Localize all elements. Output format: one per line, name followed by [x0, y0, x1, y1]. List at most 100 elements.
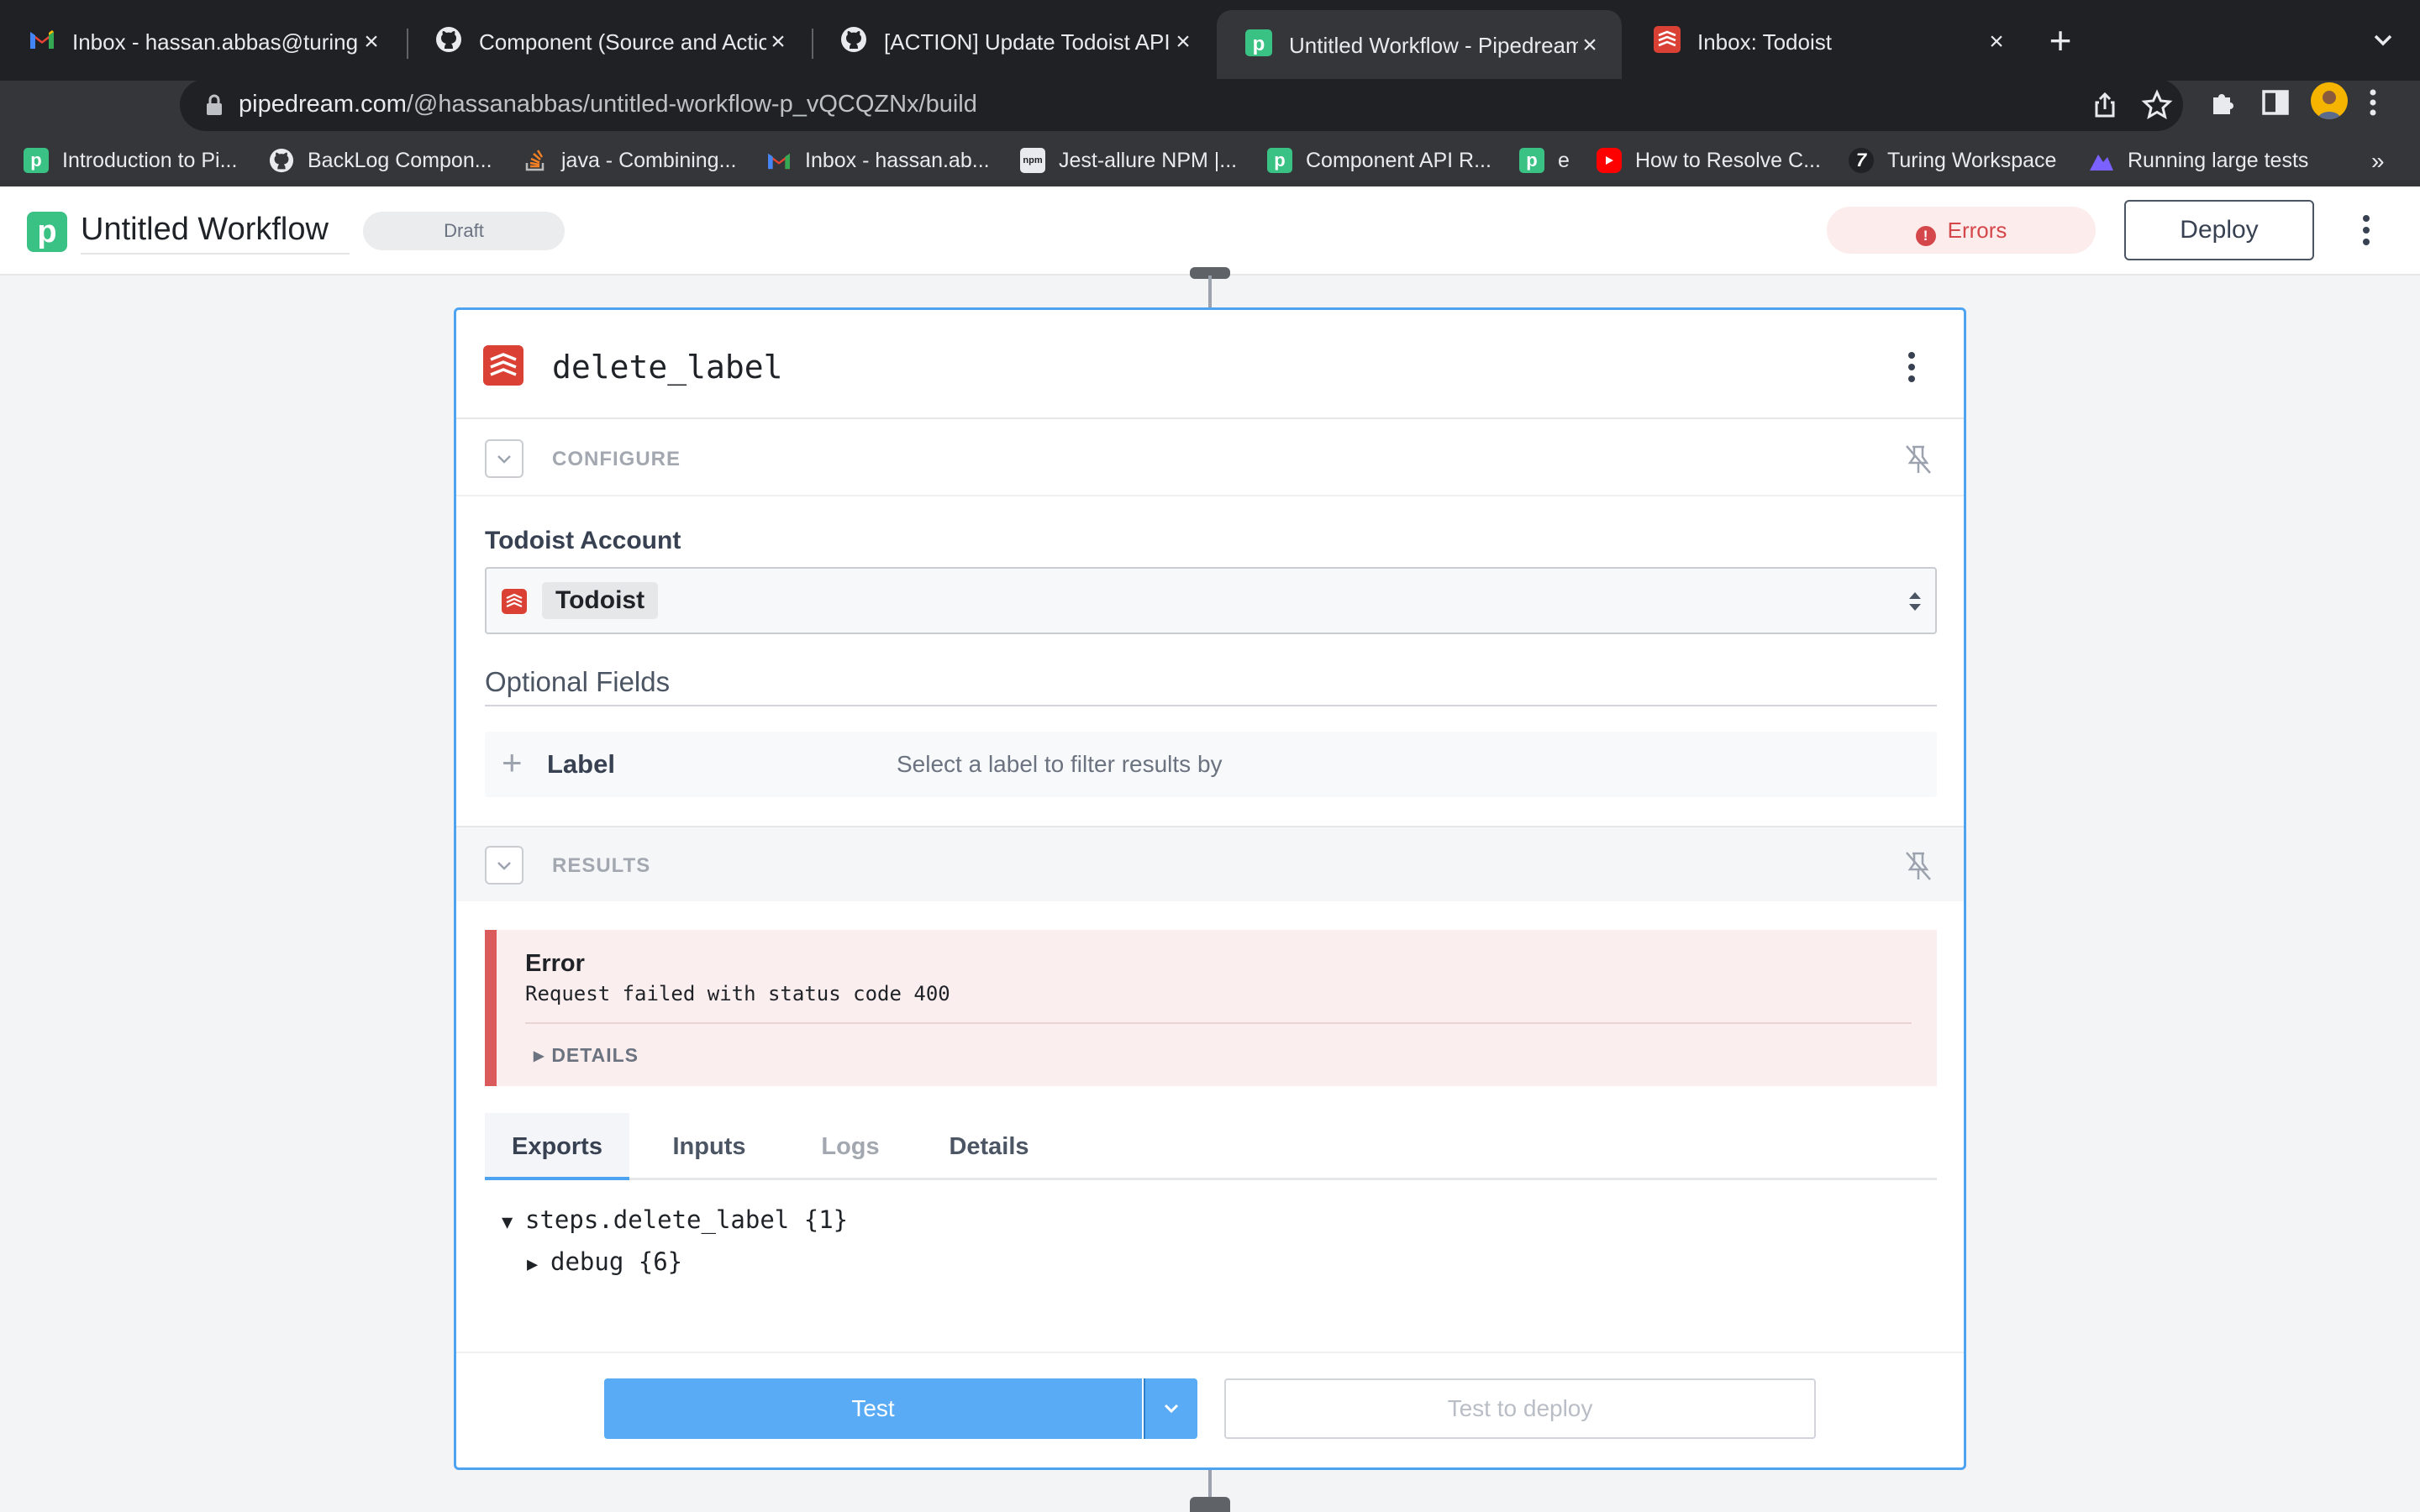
side-panel-icon[interactable] — [2257, 84, 2294, 121]
step-footer: Test Test to deploy — [456, 1352, 1964, 1469]
step-name[interactable]: delete_label — [552, 349, 783, 386]
close-tab-icon[interactable]: × — [766, 29, 790, 55]
browser-tab-github-component[interactable]: Component (Source and Actior × — [407, 10, 810, 74]
close-tab-icon[interactable]: × — [1171, 29, 1195, 55]
turing-icon: 7 — [1849, 148, 1874, 173]
tab-logs[interactable]: Logs — [787, 1113, 913, 1180]
error-details-toggle[interactable]: ▶ DETAILS — [534, 1044, 639, 1067]
bookmarks-bar: p Introduction to Pi... BackLog Compon..… — [0, 134, 2420, 186]
bookmark-label: Introduction to Pi... — [62, 148, 238, 172]
tree-node-steps[interactable]: ▼ steps.delete_label {1} — [502, 1199, 848, 1241]
browser-tab-todoist[interactable]: Inbox: Todoist × — [1625, 10, 2028, 74]
test-button[interactable]: Test — [604, 1378, 1142, 1439]
svg-text:p: p — [1253, 33, 1265, 55]
configure-label: CONFIGURE — [552, 448, 681, 470]
results-tabs: Exports Inputs Logs Details — [485, 1113, 1937, 1180]
bookmark-label: Jest-allure NPM |... — [1059, 148, 1238, 172]
test-to-deploy-button[interactable]: Test to deploy — [1224, 1378, 1816, 1439]
error-title: Error — [525, 950, 585, 977]
pipedream-icon: p — [24, 148, 49, 173]
tree-node-label: debug {6} — [550, 1247, 683, 1276]
youtube-icon — [1597, 148, 1622, 173]
bookmark-label: BackLog Compon... — [308, 148, 492, 172]
close-tab-icon[interactable]: × — [1578, 33, 1602, 58]
bookmark-label: Inbox - hassan.ab... — [805, 148, 990, 172]
tab-search-chevron-icon[interactable] — [2366, 24, 2400, 57]
error-message: Request failed with status code 400 — [525, 982, 950, 1005]
bookmark-item[interactable]: Inbox - hassan.ab... — [766, 144, 990, 176]
caret-down-icon: ▼ — [502, 1212, 513, 1233]
bookmark-item[interactable]: Running large tests — [2089, 144, 2308, 176]
bookmark-label: Running large tests — [2128, 148, 2309, 172]
browser-menu-kebab-icon[interactable] — [2365, 84, 2402, 121]
close-tab-icon[interactable]: × — [1985, 29, 2008, 55]
tree-node-debug[interactable]: ▶ debug {6} — [502, 1241, 848, 1283]
pipedream-logo[interactable]: p — [27, 212, 67, 252]
mountain-icon — [2089, 148, 2114, 173]
browser-tab-strip: Inbox - hassan.abbas@turing.c × Componen… — [0, 0, 2420, 81]
bookmark-item[interactable]: p Introduction to Pi... — [24, 144, 237, 176]
pipedream-icon: p — [1245, 29, 1272, 62]
status-badge: Draft — [363, 212, 565, 250]
bookmark-label: Turing Workspace — [1887, 148, 2057, 172]
gmail-icon — [29, 29, 55, 56]
share-icon[interactable] — [2089, 89, 2121, 121]
tab-title: Inbox - hassan.abbas@turing.c — [72, 29, 360, 55]
profile-avatar[interactable] — [2311, 82, 2348, 119]
todoist-account-select[interactable]: Todoist — [485, 567, 1937, 634]
caret-right-icon: ▶ — [534, 1049, 545, 1063]
gmail-icon — [766, 148, 792, 173]
new-tab-button[interactable]: + — [2042, 21, 2079, 60]
errors-button[interactable]: ! Errors — [1827, 207, 2096, 254]
bookmark-item[interactable]: 7 Turing Workspace — [1849, 144, 2056, 176]
more-bookmarks-button[interactable]: » — [2371, 148, 2385, 175]
connector-line — [1208, 1470, 1212, 1499]
github-icon — [269, 148, 294, 173]
deploy-button[interactable]: Deploy — [2124, 200, 2314, 260]
lock-icon[interactable] — [205, 93, 224, 121]
tab-details[interactable]: Details — [922, 1113, 1056, 1180]
workflow-menu-kebab-icon[interactable] — [2360, 212, 2373, 249]
address-bar[interactable]: pipedream.com/@hassanabbas/untitled-work… — [180, 79, 2183, 131]
tab-title: [ACTION] Update Todoist API f — [884, 29, 1171, 55]
workflow-title[interactable]: Untitled Workflow — [81, 212, 350, 255]
optional-field-label-row[interactable]: + Label Select a label to filter results… — [485, 732, 1937, 797]
npm-icon: npm — [1020, 148, 1045, 173]
bookmark-item[interactable]: BackLog Compon... — [269, 144, 492, 176]
extensions-puzzle-icon[interactable] — [2205, 84, 2242, 121]
collapse-configure-button[interactable] — [485, 439, 523, 478]
unpin-icon[interactable] — [1903, 443, 1933, 476]
bookmark-item[interactable]: How to Resolve C... — [1597, 144, 1821, 176]
bookmark-item[interactable]: npm Jest-allure NPM |... — [1020, 144, 1237, 176]
tab-exports[interactable]: Exports — [485, 1113, 629, 1180]
tab-title: Untitled Workflow - Pipedream — [1289, 32, 1578, 58]
results-label: RESULTS — [552, 854, 651, 877]
optional-field-description: Select a label to filter results by — [897, 751, 1223, 777]
chevron-down-icon — [497, 862, 511, 870]
bookmark-item[interactable]: p e — [1519, 144, 1570, 176]
browser-tab-gmail[interactable]: Inbox - hassan.abbas@turing.c × — [0, 10, 403, 74]
divider — [485, 705, 1937, 706]
error-alert-icon: ! — [1915, 226, 1936, 246]
results-section-header[interactable]: RESULTS — [456, 826, 1964, 901]
exports-tree: ▼ steps.delete_label {1} ▶ debug {6} — [502, 1199, 848, 1283]
bookmark-item[interactable]: p Component API R... — [1267, 144, 1491, 176]
collapse-results-button[interactable] — [485, 846, 523, 885]
plus-icon[interactable]: + — [502, 745, 523, 780]
close-tab-icon[interactable]: × — [360, 29, 383, 55]
add-step-node[interactable] — [1190, 1497, 1230, 1512]
test-options-dropdown[interactable] — [1144, 1378, 1197, 1439]
browser-tab-pipedream[interactable]: p Untitled Workflow - Pipedream × — [1217, 10, 1622, 81]
browser-tab-github-action[interactable]: [ACTION] Update Todoist API f × — [812, 10, 1215, 74]
selected-account-chip: Todoist — [542, 582, 659, 619]
configure-section-header[interactable]: CONFIGURE — [456, 421, 1964, 496]
optional-field-label: Label — [547, 749, 615, 779]
chevron-down-icon — [1164, 1404, 1179, 1414]
bookmark-star-icon[interactable] — [2141, 89, 2173, 121]
connector-line — [1208, 276, 1212, 307]
github-icon — [435, 26, 462, 59]
unpin-icon[interactable] — [1903, 849, 1933, 883]
tab-inputs[interactable]: Inputs — [646, 1113, 772, 1180]
bookmark-item[interactable]: java - Combining... — [523, 144, 736, 176]
step-menu-kebab-icon[interactable] — [1907, 350, 1917, 384]
